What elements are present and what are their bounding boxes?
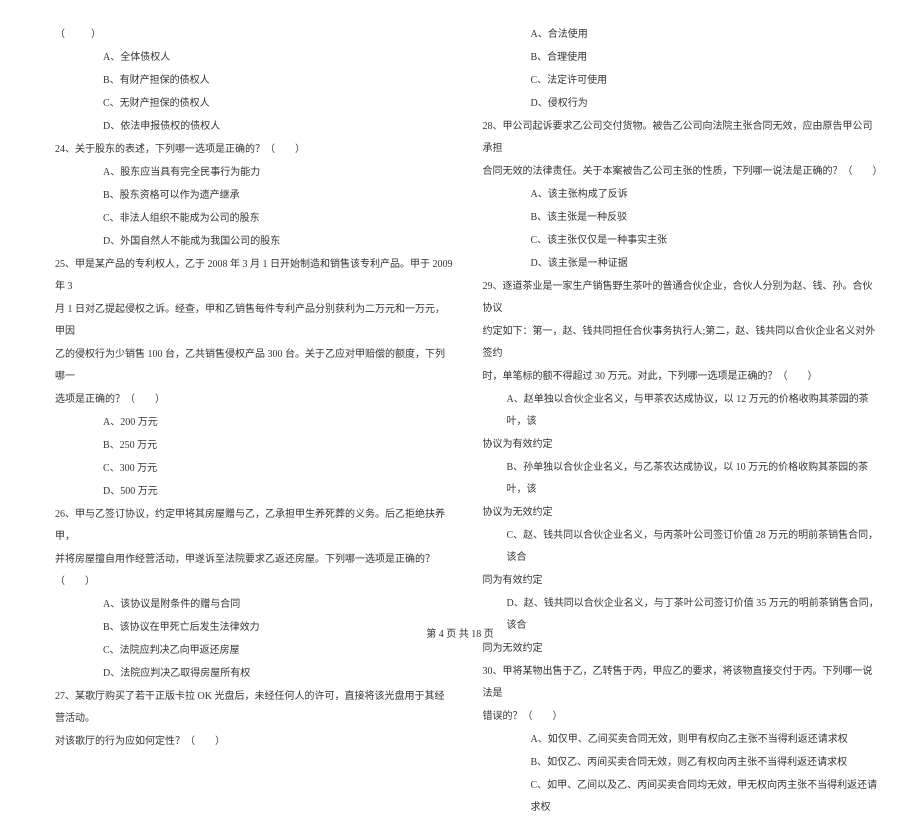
option-b: B、有财产担保的债权人 (55, 70, 453, 92)
page-footer: 第 4 页 共 18 页 (0, 625, 920, 640)
option-a: A、200 万元 (55, 412, 453, 434)
question-29-line2: 约定如下：第一，赵、钱共同担任合伙事务执行人;第二，赵、钱共同以合伙企业名义对外… (483, 321, 881, 365)
option-d: D、该主张是一种证据 (483, 253, 881, 275)
question-27-line1: 27、某歌厅购买了若干正版卡拉 OK 光盘后，未经任何人的许可，直接将该光盘用于… (55, 686, 453, 730)
option-b: B、250 万元 (55, 435, 453, 457)
option-c: C、非法人组织不能成为公司的股东 (55, 208, 453, 230)
question-29-line1: 29、逐道茶业是一家生产销售野生茶叶的普通合伙企业，合伙人分别为赵、钱、孙。合伙… (483, 276, 881, 320)
option-c: C、无财产担保的债权人 (55, 93, 453, 115)
option-a-line2: 协议为有效约定 (483, 434, 881, 456)
question-25-line4: 选项是正确的？（ ） (55, 389, 453, 411)
option-c-line1: C、赵、钱共同以合伙企业名义，与丙茶叶公司签订价值 28 万元的明前茶销售合同，… (483, 525, 881, 569)
question-30-line2: 错误的？（ ） (483, 706, 881, 728)
option-c: C、法院应判决乙向甲返还房屋 (55, 640, 453, 662)
option-a: A、全体债权人 (55, 47, 453, 69)
question-26-line2: 并将房屋擅自用作经营活动，甲遂诉至法院要求乙返还房屋。下列哪一选项是正确的？（ … (55, 549, 453, 593)
option-b: B、合理使用 (483, 47, 881, 69)
option-c: C、该主张仅仅是一种事实主张 (483, 230, 881, 252)
option-a: A、合法使用 (483, 24, 881, 46)
right-column: A、合法使用 B、合理使用 C、法定许可使用 D、侵权行为 28、甲公司起诉要求… (483, 24, 881, 590)
question-29-line3: 时，单笔标的额不得超过 30 万元。对此，下列哪一选项是正确的？（ ） (483, 366, 881, 388)
option-b: B、该主张是一种反驳 (483, 207, 881, 229)
text-line: （ ） (55, 24, 453, 46)
option-c-line2: 同为有效约定 (483, 570, 881, 592)
option-d: D、侵权行为 (483, 93, 881, 115)
option-b: B、股东资格可以作为遗产继承 (55, 185, 453, 207)
option-a: A、该协议是附条件的赠与合同 (55, 594, 453, 616)
question-25-line1: 25、甲是某产品的专利权人，乙于 2008 年 3 月 1 日开始制造和销售该专… (55, 254, 453, 298)
option-a: A、股东应当具有完全民事行为能力 (55, 162, 453, 184)
option-d-line2: 同为无效约定 (483, 638, 881, 660)
option-c: C、如甲、乙间以及乙、丙间买卖合同均无效，甲无权向丙主张不当得利返还请求权 (483, 775, 881, 819)
left-column: （ ） A、全体债权人 B、有财产担保的债权人 C、无财产担保的债权人 D、依法… (55, 24, 453, 590)
option-c: C、法定许可使用 (483, 70, 881, 92)
option-d: D、500 万元 (55, 481, 453, 503)
option-c: C、300 万元 (55, 458, 453, 480)
option-b: B、如仅乙、丙间买卖合同无效，则乙有权向丙主张不当得利返还请求权 (483, 752, 881, 774)
question-28-line1: 28、甲公司起诉要求乙公司交付货物。被告乙公司向法院主张合同无效，应由原告甲公司… (483, 116, 881, 160)
option-d: D、外国自然人不能成为我国公司的股东 (55, 231, 453, 253)
option-b-line1: B、孙单独以合伙企业名义，与乙茶农达成协议，以 10 万元的价格收购其茶园的茶叶… (483, 457, 881, 501)
question-24: 24、关于股东的表述，下列哪一选项是正确的？（ ） (55, 139, 453, 161)
option-b-line2: 协议为无效约定 (483, 502, 881, 524)
option-d: D、依法申报债权的债权人 (55, 116, 453, 138)
option-a: A、如仅甲、乙间买卖合同无效，则甲有权向乙主张不当得利返还请求权 (483, 729, 881, 751)
question-27-line2: 对该歌厅的行为应如何定性？（ ） (55, 731, 453, 753)
question-26-line1: 26、甲与乙签订协议，约定甲将其房屋赠与乙，乙承担甲生养死葬的义务。后乙拒绝扶养… (55, 504, 453, 548)
question-25-line2: 月 1 日对乙提起侵权之诉。经查，甲和乙销售每件专利产品分别获利为二万元和一万元… (55, 299, 453, 343)
question-25-line3: 乙的侵权行为少销售 100 台，乙共销售侵权产品 300 台。关于乙应对甲赔偿的… (55, 344, 453, 388)
question-30-line1: 30、甲将某物出售于乙，乙转售于丙，甲应乙的要求，将该物直接交付于丙。下列哪一说… (483, 661, 881, 705)
question-28-line2: 合同无效的法律责任。关于本案被告乙公司主张的性质，下列哪一说法是正确的？（ ） (483, 161, 881, 183)
option-d: D、法院应判决乙取得房屋所有权 (55, 663, 453, 685)
option-a: A、该主张构成了反诉 (483, 184, 881, 206)
blank-paren: （ ） (55, 29, 103, 40)
option-a-line1: A、赵单独以合伙企业名义，与甲茶农达成协议，以 12 万元的价格收购其茶园的茶叶… (483, 389, 881, 433)
page-container: （ ） A、全体债权人 B、有财产担保的债权人 C、无财产担保的债权人 D、依法… (0, 0, 920, 620)
